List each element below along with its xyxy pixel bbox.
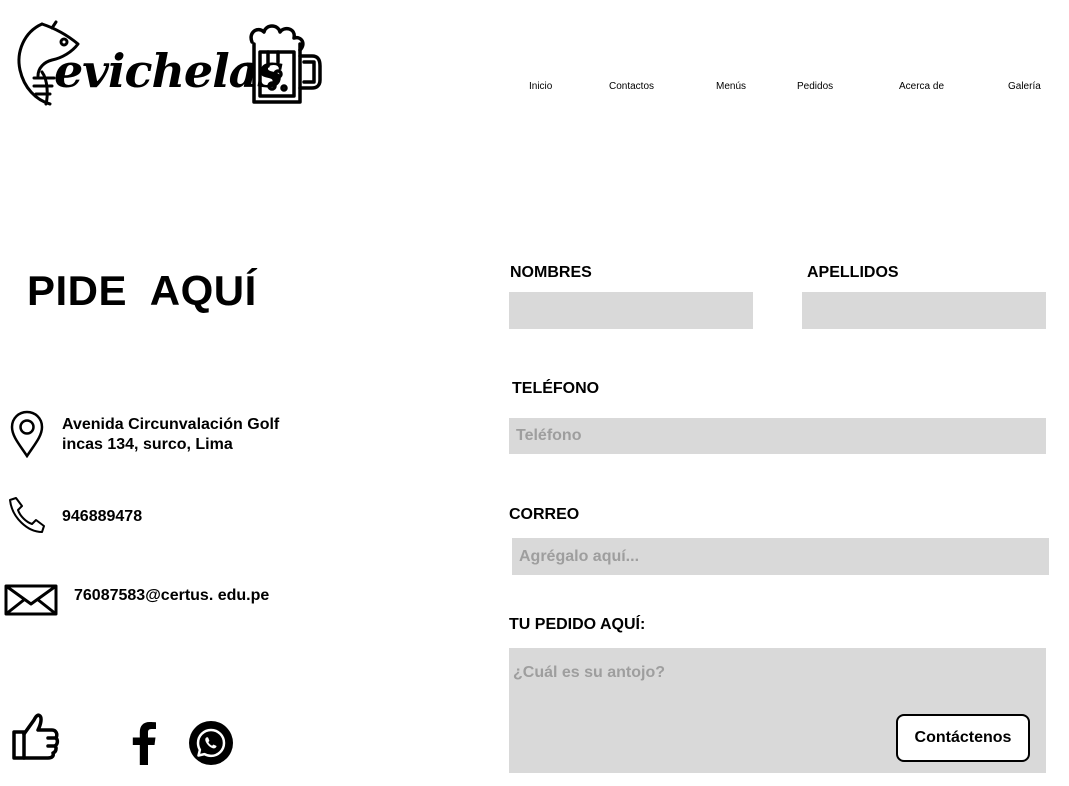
correo-label: CORREO xyxy=(509,506,580,523)
nombres-input[interactable] xyxy=(509,292,753,329)
beer-mug-icon xyxy=(249,24,322,104)
thumbs-up-icon[interactable] xyxy=(10,710,62,762)
page-title: PIDE AQUÍ xyxy=(27,267,257,314)
nav-contactos[interactable]: Contactos xyxy=(609,81,654,92)
nav-menus[interactable]: Menús xyxy=(716,81,746,92)
phone-icon xyxy=(9,497,45,533)
phone-number: 946889478 xyxy=(62,508,143,525)
telefono-input[interactable] xyxy=(509,418,1046,454)
pedido-label: TU PEDIDO AQUÍ: xyxy=(509,616,646,633)
apellidos-input[interactable] xyxy=(802,292,1046,329)
contactenos-button[interactable]: Contáctenos xyxy=(896,714,1030,762)
email-address: 76087583@certus. edu.pe xyxy=(74,587,270,604)
nav-galeria[interactable]: Galería xyxy=(1008,81,1041,92)
nav-pedidos[interactable]: Pedidos xyxy=(797,81,833,92)
correo-input[interactable] xyxy=(512,538,1049,575)
whatsapp-icon[interactable] xyxy=(188,720,234,766)
facebook-icon[interactable] xyxy=(131,721,157,765)
address-line1: Avenida Circunvalación Golf xyxy=(62,416,280,433)
nav-acerca-de[interactable]: Acerca de xyxy=(899,81,944,92)
mail-icon xyxy=(4,584,58,616)
logo[interactable]: evichelas xyxy=(10,16,322,108)
nombres-label: NOMBRES xyxy=(510,264,592,281)
address-line2: incas 134, surco, Lima xyxy=(62,436,233,453)
telefono-label: TELÉFONO xyxy=(512,380,600,397)
nav-inicio[interactable]: Inicio xyxy=(529,81,552,92)
apellidos-label: APELLIDOS xyxy=(807,264,899,281)
location-pin-icon xyxy=(10,410,44,458)
